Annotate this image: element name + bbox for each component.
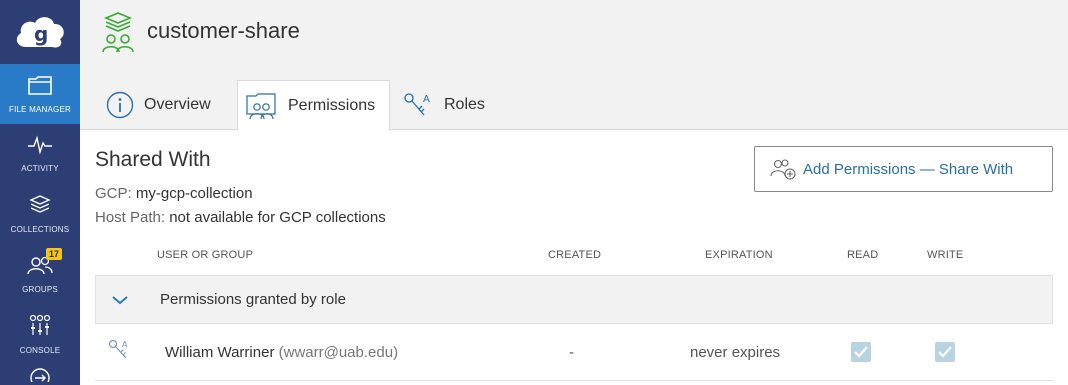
globus-logo[interactable]: g [0,0,80,64]
sidebar-item-logout[interactable] [0,364,80,385]
folder-icon [27,74,53,101]
add-user-icon [769,157,797,181]
column-header-user: USER OR GROUP [157,249,254,261]
tab-label: Overview [144,96,211,113]
sidebar-item-label: COLLECTIONS [10,225,70,234]
host-path-key: Host Path: [95,209,166,226]
expiration-value: never expires [690,344,781,361]
sidebar-item-label: GROUPS [22,285,58,294]
section-title: Shared With [95,148,211,171]
collection-header: customer-share Overview Permissions A Ro… [80,0,1068,131]
svg-text:g: g [34,22,48,46]
sidebar: g FILE MANAGER ACTIVITY COLLECTIONS 17 G… [0,0,80,385]
row-user: William Warriner (wwarr@uab.edu) [165,344,398,361]
checkmark-icon [938,346,952,358]
host-path-value: not available for GCP collections [169,209,386,226]
collection-share-icon [98,10,138,54]
collection-title: customer-share [147,18,300,43]
add-permissions-label: Add Permissions — Share With [803,160,1014,178]
sidebar-item-file-manager[interactable]: FILE MANAGER [0,64,80,124]
user-email: (wwarr@uab.edu) [278,344,399,361]
svg-text:A: A [122,340,128,349]
tab-roles[interactable]: A Roles [402,80,502,130]
created-value: - [569,344,574,361]
groups-count-badge: 17 [46,248,63,260]
permissions-icon [244,92,278,120]
layers-icon [28,194,52,221]
write-checkbox[interactable] [935,342,955,362]
gcp-key: GCP: [95,185,132,202]
sidebar-item-console[interactable]: CONSOLE [0,304,80,364]
gcp-value: my-gcp-collection [135,185,253,202]
sidebar-item-label: CONSOLE [19,346,61,355]
info-icon [106,91,134,119]
logout-icon [27,364,53,385]
user-name: William Warriner [165,344,275,361]
permissions-panel: Shared With GCP: my-gcp-collection Host … [80,131,1068,385]
group-label: Permissions granted by role [160,291,346,308]
activity-icon [27,135,53,160]
roles-icon: A [402,91,434,119]
tab-overview[interactable]: Overview [106,80,226,130]
column-header-read: READ [847,249,879,261]
add-permissions-button[interactable]: Add Permissions — Share With [754,146,1053,192]
tab-label: Roles [444,96,485,113]
sliders-icon [27,313,53,342]
tab-label: Permissions [288,96,376,114]
column-header-expiration: EXPIRATION [705,249,773,261]
read-checkbox[interactable] [851,342,871,362]
host-path-info: Host Path: not available for GCP collect… [95,209,386,226]
gcp-info: GCP: my-gcp-collection [95,185,253,202]
sidebar-item-label: ACTIVITY [21,164,59,173]
svg-text:A: A [423,94,430,105]
sidebar-item-groups[interactable]: 17 GROUPS [0,244,80,304]
role-key-icon: A [107,338,133,369]
column-header-write: WRITE [927,249,964,261]
tab-permissions[interactable]: Permissions [237,80,390,131]
column-header-created: CREATED [548,249,602,261]
sidebar-item-label: FILE MANAGER [9,105,71,114]
sidebar-item-collections[interactable]: COLLECTIONS [0,184,80,244]
chevron-down-icon[interactable] [96,294,144,306]
checkmark-icon [854,346,868,358]
role-permissions-group: Permissions granted by role [95,275,1053,324]
sidebar-item-activity[interactable]: ACTIVITY [0,124,80,184]
table-row[interactable]: A William Warriner (wwarr@uab.edu) - nev… [95,324,1053,381]
